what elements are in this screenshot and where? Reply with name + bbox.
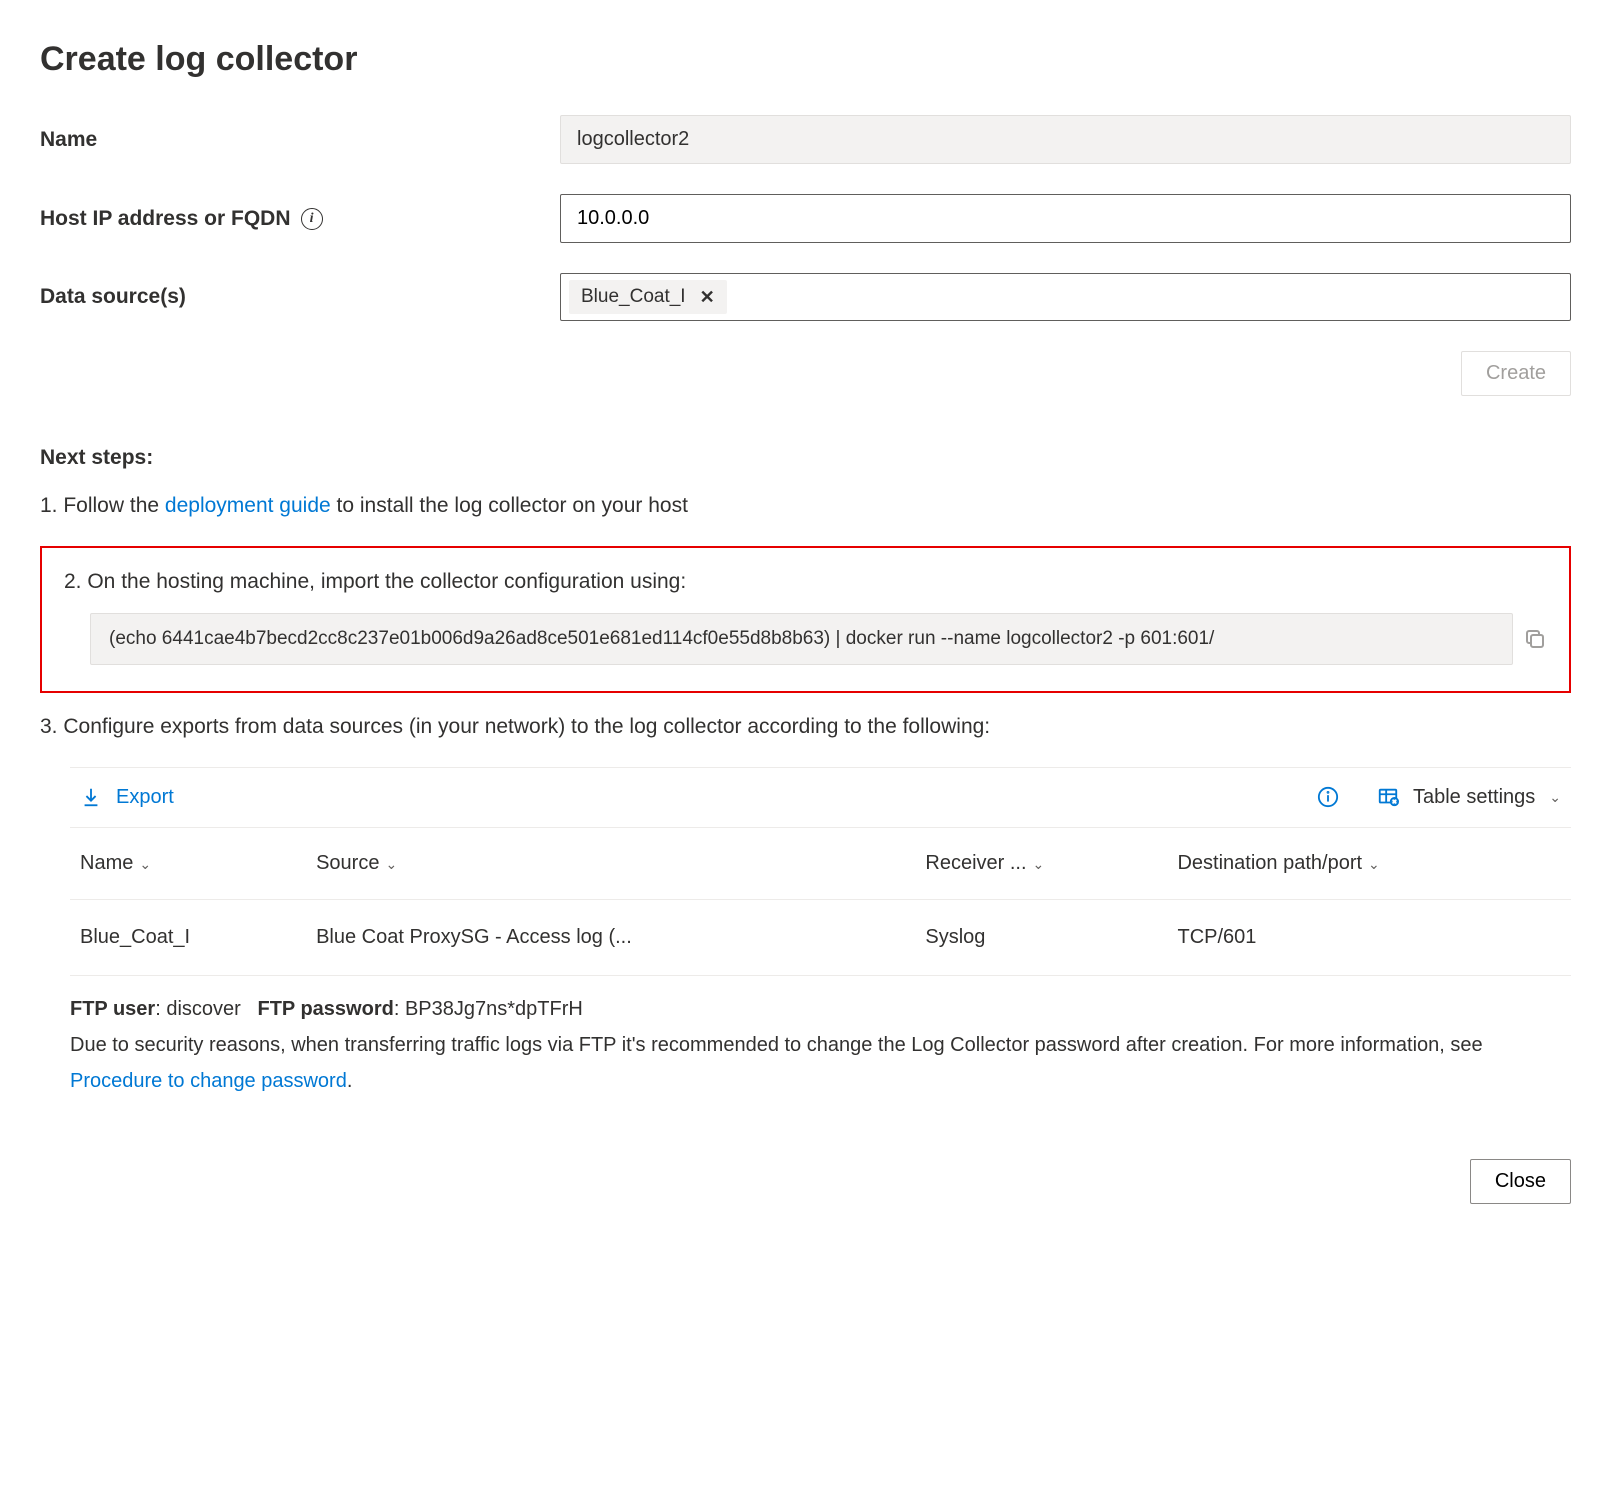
name-label: Name — [40, 128, 560, 152]
table-row[interactable]: Blue_Coat_I Blue Coat ProxySG - Access l… — [70, 899, 1571, 975]
sources-table: Name⌄ Source⌄ Receiver ...⌄ Destination … — [70, 827, 1571, 976]
cell-source: Blue Coat ProxySG - Access log (... — [306, 899, 915, 975]
chevron-down-icon: ⌄ — [1033, 856, 1045, 872]
step-2-highlight: 2. On the hosting machine, import the co… — [40, 546, 1571, 694]
sources-field[interactable]: Blue_Coat_I ✕ — [560, 273, 1571, 321]
cell-name: Blue_Coat_I — [70, 899, 306, 975]
name-value: logcollector2 — [560, 115, 1571, 164]
change-password-link[interactable]: Procedure to change password — [70, 1070, 347, 1092]
info-icon[interactable]: i — [301, 208, 323, 230]
chevron-down-icon: ⌄ — [1549, 789, 1561, 806]
table-settings-icon[interactable] — [1377, 786, 1399, 808]
host-label: Host IP address or FQDN — [40, 207, 291, 231]
col-receiver[interactable]: Receiver ...⌄ — [915, 827, 1167, 899]
download-icon — [80, 786, 102, 808]
cell-dest: TCP/601 — [1167, 899, 1571, 975]
deployment-guide-link[interactable]: deployment guide — [165, 494, 331, 517]
sources-label: Data source(s) — [40, 285, 560, 309]
table-settings-button[interactable]: Table settings ⌄ — [1413, 786, 1561, 809]
next-steps-label: Next steps: — [40, 446, 1571, 470]
cell-receiver: Syslog — [915, 899, 1167, 975]
ftp-note: Due to security reasons, when transferri… — [70, 1027, 1550, 1099]
chip-label: Blue_Coat_I — [581, 286, 686, 308]
chevron-down-icon: ⌄ — [1368, 856, 1380, 872]
command-block[interactable]: (echo 6441cae4b7becd2cc8c237e01b006d9a26… — [90, 613, 1513, 665]
create-button: Create — [1461, 351, 1571, 396]
col-name[interactable]: Name⌄ — [70, 827, 306, 899]
chevron-down-icon: ⌄ — [385, 856, 397, 872]
page-title: Create log collector — [40, 40, 1571, 79]
info-icon[interactable] — [1317, 786, 1339, 808]
ftp-credentials: FTP user: discover FTP password: BP38Jg7… — [70, 998, 1571, 1021]
col-dest[interactable]: Destination path/port⌄ — [1167, 827, 1571, 899]
close-icon[interactable]: ✕ — [700, 287, 715, 308]
host-input[interactable] — [560, 194, 1571, 243]
copy-icon[interactable] — [1523, 627, 1547, 651]
step-2: 2. On the hosting machine, import the co… — [48, 566, 1547, 598]
export-button[interactable]: Export — [80, 786, 174, 809]
step-1: 1. Follow the deployment guide to instal… — [40, 490, 1571, 522]
close-button[interactable]: Close — [1470, 1159, 1571, 1204]
step-3: 3. Configure exports from data sources (… — [40, 711, 1571, 743]
source-chip: Blue_Coat_I ✕ — [569, 280, 727, 314]
chevron-down-icon: ⌄ — [139, 856, 151, 872]
col-source[interactable]: Source⌄ — [306, 827, 915, 899]
